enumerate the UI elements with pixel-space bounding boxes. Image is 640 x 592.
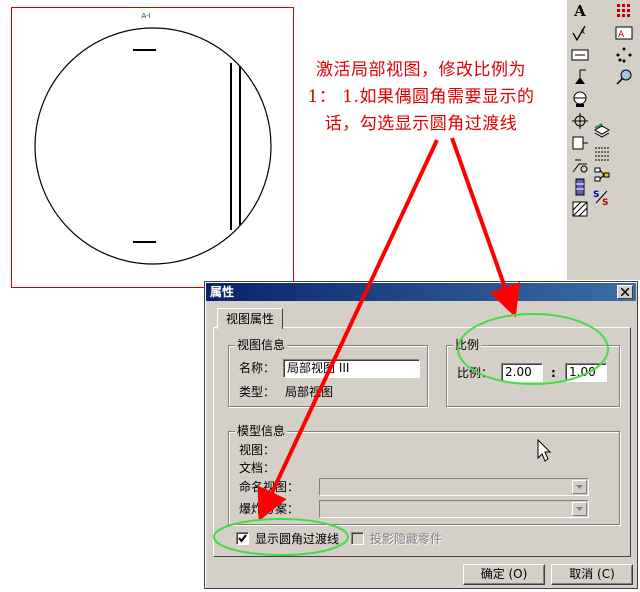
type-label: 类型：	[239, 385, 276, 399]
explode-label: 爆炸方案：	[239, 502, 300, 516]
scale-label: 比例：	[457, 366, 494, 380]
area-hatch-icon[interactable]	[569, 198, 591, 220]
hole-callout-icon[interactable]	[569, 132, 591, 154]
show-tangent-edges-checkbox[interactable]	[236, 532, 249, 545]
scale-numerator-field[interactable]: 2.00	[501, 363, 543, 382]
text-icon[interactable]: A	[569, 0, 591, 22]
cancel-button[interactable]: 取消 (C)	[551, 564, 633, 585]
svg-text:A: A	[580, 28, 585, 36]
detail-view-drawing[interactable]	[0, 0, 300, 295]
name-label: 名称：	[239, 361, 276, 375]
name-field[interactable]: 局部视图 III	[283, 359, 420, 378]
model-info-title: 模型信息	[235, 424, 288, 438]
model-view-label: 视图：	[239, 443, 276, 457]
weld-symbol-icon[interactable]	[569, 44, 591, 66]
close-button[interactable]	[617, 285, 633, 299]
layer-icon[interactable]	[591, 120, 613, 142]
balloon-icon[interactable]	[569, 154, 591, 176]
show-hidden-parts-checkbox[interactable]	[351, 532, 364, 545]
type-value: 局部视图	[285, 385, 334, 399]
annotation-line-1: 激活局部视图，修改比例为	[316, 60, 526, 80]
close-icon	[621, 288, 629, 296]
document-label: 文档：	[239, 461, 276, 475]
dialog-title: 属性	[210, 285, 235, 299]
scale-group: 比例 比例： 2.00 : 1.00	[446, 338, 620, 407]
cosmetic-thread-icon[interactable]: SS	[591, 186, 613, 208]
auto-balloon-icon[interactable]	[591, 164, 613, 186]
scale-title: 比例	[453, 338, 482, 352]
check-icon	[238, 534, 247, 543]
surface-finish-icon[interactable]: A	[569, 22, 591, 44]
magnetic-line-icon[interactable]	[613, 44, 635, 66]
smart-dimension-icon[interactable]: A	[613, 22, 635, 44]
chevron-down-icon	[576, 507, 583, 511]
svg-text:A: A	[618, 30, 625, 40]
chevron-down-icon	[576, 485, 583, 489]
annotation-line-2: 1： 1.如果偶圆角需要显示的	[307, 87, 535, 107]
scale-separator: :	[551, 366, 556, 380]
stretch-icon[interactable]	[613, 66, 635, 88]
datum-target-icon[interactable]	[569, 88, 591, 110]
scale-denominator-field[interactable]: 1.00	[565, 363, 607, 382]
svg-text:S: S	[602, 198, 608, 206]
show-tangent-edges-label[interactable]: 显示圆角过渡线	[255, 532, 339, 546]
explode-dropdown[interactable]	[319, 500, 589, 518]
named-view-dropdown[interactable]	[319, 478, 589, 496]
centermark-icon[interactable]	[569, 110, 591, 132]
model-info-group: 模型信息 视图： 文档： 命名视图： 爆炸方案：	[228, 424, 620, 525]
annotation-toolbar: A A A SS	[566, 0, 640, 280]
tab-panel: 视图信息 名称： 局部视图 III 类型： 局部视图 比例 比例： 2.00 :…	[213, 327, 631, 557]
tab-view-properties[interactable]: 视图属性	[217, 308, 284, 329]
ok-button[interactable]: 确定 (O)	[463, 564, 545, 585]
view-info-title: 视图信息	[235, 338, 288, 352]
hatch-icon[interactable]	[591, 142, 613, 164]
named-view-label: 命名视图：	[239, 480, 300, 494]
datum-feature-icon[interactable]	[569, 66, 591, 88]
show-hidden-parts-label: 投影隐藏零件	[370, 532, 443, 546]
annotation-line-3: 话，勾选显示圆角过渡线	[324, 114, 518, 134]
dialog-titlebar[interactable]: 属性	[206, 283, 636, 301]
stacked-balloon-icon[interactable]	[569, 176, 591, 198]
detail-circle	[34, 27, 272, 265]
instruction-annotation: 激活局部视图，修改比例为 1： 1.如果偶圆角需要显示的 话，勾选显示圆角过渡线	[286, 57, 556, 138]
properties-dialog: 属性 视图属性 视图信息 名称： 局部视图 III 类型： 局部视图 比例 比例…	[204, 281, 638, 589]
svg-text:S: S	[593, 190, 599, 200]
view-info-group: 视图信息 名称： 局部视图 III 类型： 局部视图	[228, 338, 428, 407]
block-icon[interactable]	[613, 0, 635, 22]
